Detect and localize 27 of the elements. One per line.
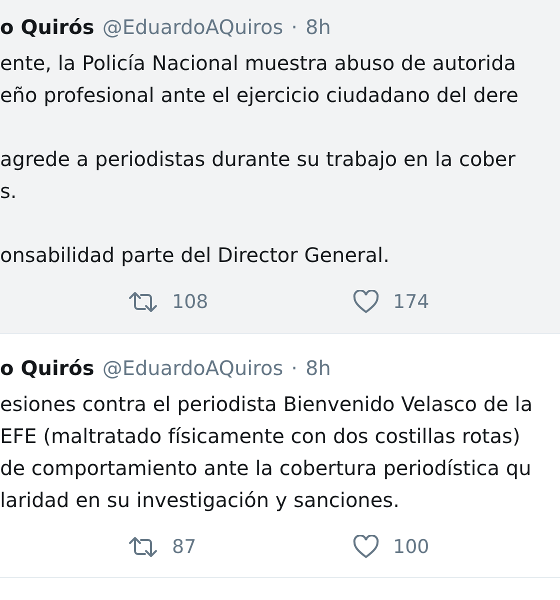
like-icon[interactable] xyxy=(353,534,379,559)
tweet-text-line: de comportamiento ante la cobertura periodística qu xyxy=(0,454,532,482)
separator-dot: · xyxy=(291,354,298,380)
tweet-card[interactable] xyxy=(0,334,560,578)
tweet-text-line: laridad en su investigación y sanciones. xyxy=(0,486,400,514)
retweet-icon[interactable] xyxy=(128,291,158,314)
retweet-count: 108 xyxy=(172,290,208,315)
tweet-time: 8h xyxy=(305,14,331,40)
like-count: 100 xyxy=(393,534,430,560)
tweet-time: 8h xyxy=(305,354,331,380)
tweet-text-line: EFE (maltratado físicamente con dos costillas rotas) xyxy=(0,422,522,450)
separator-dot: · xyxy=(291,14,298,40)
tweet-text-line: eño profesional ante el ejercicio ciudadano del dere xyxy=(0,82,520,109)
author-name: o Quirós xyxy=(0,354,94,380)
tweet-card[interactable] xyxy=(0,0,560,334)
tweet-text-line: ente, la Policía Nacional muestra abuso de autorida xyxy=(0,50,518,77)
tweet-text-line: esiones contra el periodista Bienvenido Velasco de la xyxy=(0,390,534,418)
author-handle[interactable]: @EduardoAQuiros xyxy=(102,354,284,380)
author-handle[interactable]: @EduardoAQuiros xyxy=(102,14,284,40)
tweet-text-line: s. xyxy=(0,178,18,205)
retweet-count: 87 xyxy=(172,534,196,560)
author-name: o Quirós xyxy=(0,14,94,40)
tweet-text-line: onsabilidad parte del Director General. xyxy=(0,242,390,269)
retweet-icon[interactable] xyxy=(128,536,158,558)
tweet-text-line: agrede a periodistas durante su trabajo en la cober xyxy=(0,146,516,173)
like-count: 174 xyxy=(393,290,430,315)
like-icon[interactable] xyxy=(353,290,379,314)
